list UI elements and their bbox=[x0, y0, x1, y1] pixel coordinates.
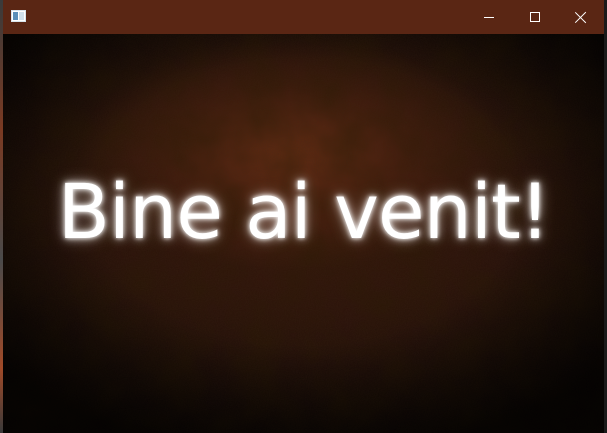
close-button[interactable] bbox=[558, 0, 604, 34]
minimize-button[interactable] bbox=[466, 0, 512, 34]
welcome-heading: Bine ai venit! bbox=[57, 167, 550, 256]
maximize-button[interactable] bbox=[512, 0, 558, 34]
close-icon bbox=[575, 11, 587, 23]
app-window-icon[interactable] bbox=[11, 10, 26, 22]
title-bar[interactable] bbox=[3, 0, 604, 34]
app-window: Bine ai venit! bbox=[3, 0, 604, 433]
window-controls bbox=[466, 0, 604, 34]
maximize-icon bbox=[530, 12, 540, 22]
minimize-icon bbox=[484, 17, 494, 18]
welcome-screen: Bine ai venit! bbox=[3, 34, 604, 433]
